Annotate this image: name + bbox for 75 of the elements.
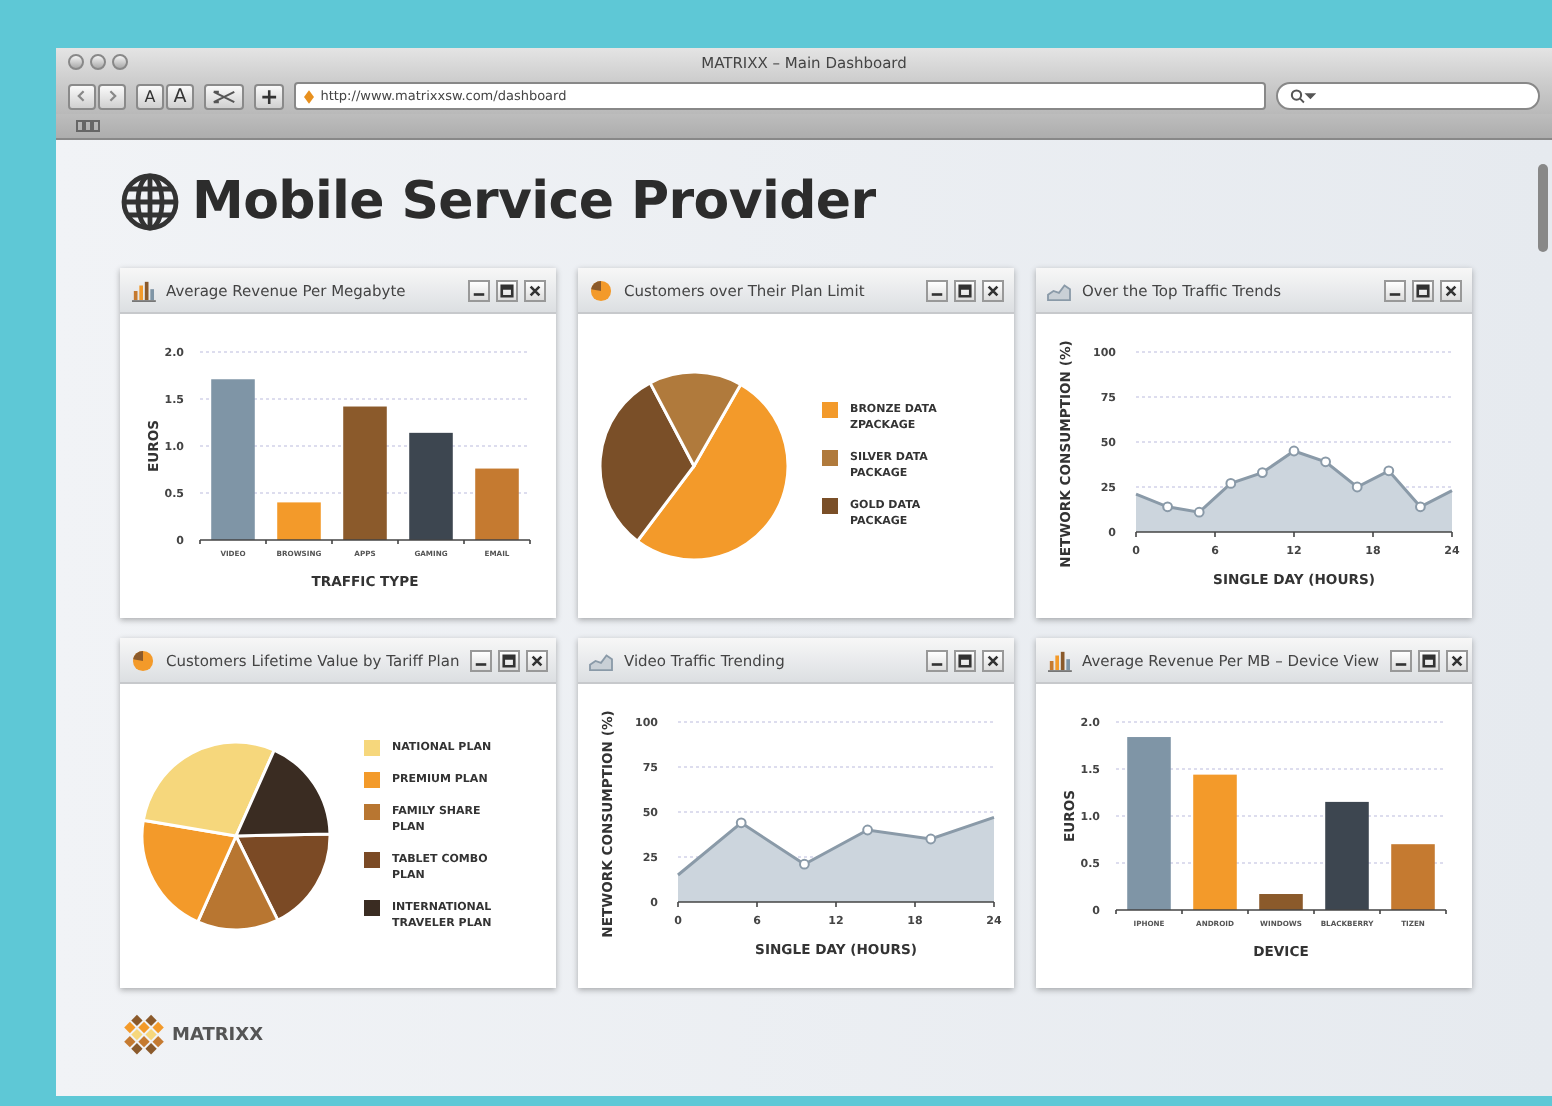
maximize-icon bbox=[958, 283, 972, 297]
globe-icon bbox=[120, 172, 180, 232]
maximize-button[interactable] bbox=[954, 649, 976, 671]
minimize-button[interactable] bbox=[926, 279, 948, 301]
data-point bbox=[1193, 506, 1205, 518]
close-icon bbox=[1449, 653, 1464, 667]
data-point bbox=[1257, 467, 1268, 478]
data-point bbox=[799, 858, 810, 870]
close-button[interactable] bbox=[1440, 279, 1462, 301]
bar-chart-icon bbox=[130, 279, 156, 301]
bar bbox=[475, 468, 519, 540]
data-point bbox=[735, 817, 747, 829]
maximize-icon bbox=[1416, 283, 1430, 297]
close-icon bbox=[986, 653, 1000, 667]
data-point bbox=[862, 824, 873, 836]
maximize-button[interactable] bbox=[954, 279, 976, 301]
data-point bbox=[1225, 478, 1237, 489]
bar bbox=[343, 406, 387, 540]
maximize-button[interactable] bbox=[1417, 649, 1440, 671]
data-point bbox=[1162, 501, 1173, 513]
bar bbox=[1325, 801, 1369, 910]
page-heading: Mobile Service Provider bbox=[192, 172, 876, 232]
add-bookmark-button[interactable]: + bbox=[254, 83, 285, 109]
minimize-button[interactable] bbox=[468, 279, 490, 301]
minimize-button[interactable] bbox=[1389, 649, 1412, 671]
bar bbox=[1193, 774, 1237, 910]
data-point bbox=[1383, 465, 1395, 477]
larger-text-button[interactable]: A bbox=[166, 83, 194, 109]
data-point bbox=[1351, 481, 1363, 493]
logo-text: MATRIXX bbox=[172, 1026, 264, 1046]
data-point bbox=[1288, 445, 1300, 457]
close-button[interactable] bbox=[524, 279, 546, 301]
maximize-icon bbox=[501, 653, 516, 667]
close-icon bbox=[986, 283, 1000, 297]
close-button[interactable] bbox=[982, 649, 1004, 671]
maximize-button[interactable] bbox=[496, 279, 518, 301]
area-chart-icon bbox=[588, 649, 614, 671]
minimize-button[interactable] bbox=[469, 649, 492, 671]
clip-button[interactable] bbox=[204, 83, 244, 109]
back-button[interactable] bbox=[68, 83, 96, 109]
chevron-right-icon bbox=[104, 88, 120, 104]
minimize-button[interactable] bbox=[1384, 279, 1406, 301]
area-chart-icon bbox=[1046, 279, 1072, 301]
book-icon[interactable] bbox=[76, 120, 100, 132]
bar bbox=[409, 432, 453, 540]
close-icon bbox=[528, 283, 542, 297]
close-button[interactable] bbox=[982, 279, 1004, 301]
close-button[interactable] bbox=[525, 649, 548, 671]
close-button[interactable] bbox=[1445, 649, 1468, 671]
bar bbox=[1391, 844, 1435, 910]
search-field[interactable] bbox=[1276, 82, 1540, 110]
scrollbar[interactable] bbox=[1538, 164, 1548, 252]
pie-chart-icon bbox=[130, 649, 156, 671]
close-icon bbox=[1444, 283, 1458, 297]
data-point bbox=[1320, 456, 1331, 468]
data-point bbox=[925, 833, 937, 845]
scissors-icon bbox=[212, 87, 236, 105]
data-point bbox=[1415, 501, 1426, 513]
bar-chart-icon bbox=[1046, 649, 1072, 671]
chevron-left-icon bbox=[74, 88, 90, 104]
forward-button[interactable] bbox=[98, 83, 126, 109]
maximize-icon bbox=[500, 283, 514, 297]
search-icon bbox=[1290, 88, 1316, 104]
maximize-button[interactable] bbox=[497, 649, 520, 671]
logo-icon bbox=[120, 1012, 168, 1060]
pie-chart-icon bbox=[588, 279, 614, 301]
close-icon bbox=[529, 653, 544, 667]
maximize-icon bbox=[958, 653, 972, 667]
bar bbox=[1259, 894, 1303, 910]
minimize-button[interactable] bbox=[926, 649, 948, 671]
bar bbox=[277, 502, 321, 540]
maximize-icon bbox=[1421, 653, 1436, 667]
smaller-text-button[interactable]: A bbox=[136, 83, 164, 109]
maximize-button[interactable] bbox=[1412, 279, 1434, 301]
site-icon bbox=[304, 89, 315, 103]
